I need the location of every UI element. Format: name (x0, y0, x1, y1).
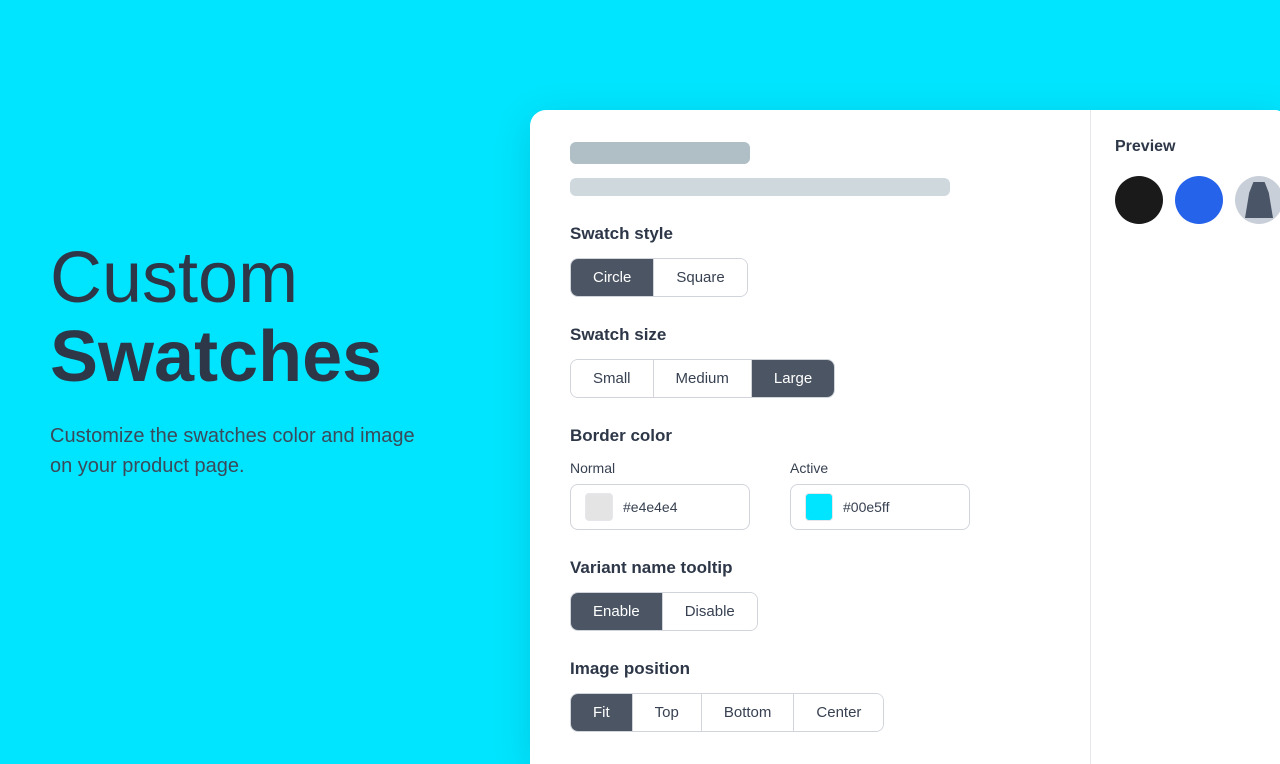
preview-panel: Preview (1090, 110, 1280, 764)
swatch-size-small-button[interactable]: Small (571, 360, 654, 397)
heading-light: Custom (50, 238, 298, 318)
skeleton-bar-short (570, 142, 750, 164)
swatch-style-square-button[interactable]: Square (654, 259, 746, 296)
image-position-section: Image position Fit Top Bottom Center (570, 659, 1050, 732)
normal-color-input[interactable] (623, 499, 723, 515)
border-color-label: Border color (570, 426, 1050, 446)
border-color-row: Normal Active (570, 460, 1050, 530)
active-color-input-wrap[interactable] (790, 484, 970, 530)
active-color-input[interactable] (843, 499, 943, 515)
skeleton-bar-long (570, 178, 950, 196)
normal-color-input-wrap[interactable] (570, 484, 750, 530)
settings-card: Swatch style Circle Square Swatch size S… (530, 110, 1280, 764)
description-text: Customize the swatches color and image o… (50, 421, 430, 481)
variant-tooltip-group: Enable Disable (570, 592, 758, 631)
image-position-top-button[interactable]: Top (633, 694, 702, 731)
image-position-group: Fit Top Bottom Center (570, 693, 884, 732)
swatch-size-medium-button[interactable]: Medium (654, 360, 752, 397)
preview-swatch-image (1235, 176, 1280, 224)
active-color-swatch (805, 493, 833, 521)
normal-label: Normal (570, 460, 750, 476)
image-position-fit-button[interactable]: Fit (571, 694, 633, 731)
variant-tooltip-disable-button[interactable]: Disable (663, 593, 757, 630)
normal-color-group: Normal (570, 460, 750, 530)
swatch-size-label: Swatch size (570, 325, 1050, 345)
image-position-bottom-button[interactable]: Bottom (702, 694, 795, 731)
swatch-style-group: Circle Square (570, 258, 748, 297)
preview-title: Preview (1115, 138, 1266, 156)
card-main: Swatch style Circle Square Swatch size S… (530, 110, 1090, 764)
variant-tooltip-section: Variant name tooltip Enable Disable (570, 558, 1050, 631)
dress-icon (1245, 182, 1273, 218)
preview-swatches (1115, 176, 1266, 224)
swatch-style-circle-button[interactable]: Circle (571, 259, 654, 296)
left-panel: Custom Swatches Customize the swatches c… (0, 0, 530, 720)
swatch-style-label: Swatch style (570, 224, 1050, 244)
image-position-center-button[interactable]: Center (794, 694, 883, 731)
heading-bold: Swatches (50, 317, 382, 397)
active-label: Active (790, 460, 970, 476)
image-position-label: Image position (570, 659, 1050, 679)
swatch-size-group: Small Medium Large (570, 359, 835, 398)
right-panel: Swatch style Circle Square Swatch size S… (530, 0, 1280, 720)
main-heading: Custom Swatches (50, 239, 480, 397)
border-color-section: Border color Normal Active (570, 426, 1050, 530)
preview-swatch-blue (1175, 176, 1223, 224)
normal-color-swatch (585, 493, 613, 521)
swatch-size-section: Swatch size Small Medium Large (570, 325, 1050, 398)
swatch-style-section: Swatch style Circle Square (570, 224, 1050, 297)
variant-tooltip-enable-button[interactable]: Enable (571, 593, 663, 630)
swatch-size-large-button[interactable]: Large (752, 360, 834, 397)
active-color-group: Active (790, 460, 970, 530)
preview-swatch-black (1115, 176, 1163, 224)
variant-tooltip-label: Variant name tooltip (570, 558, 1050, 578)
